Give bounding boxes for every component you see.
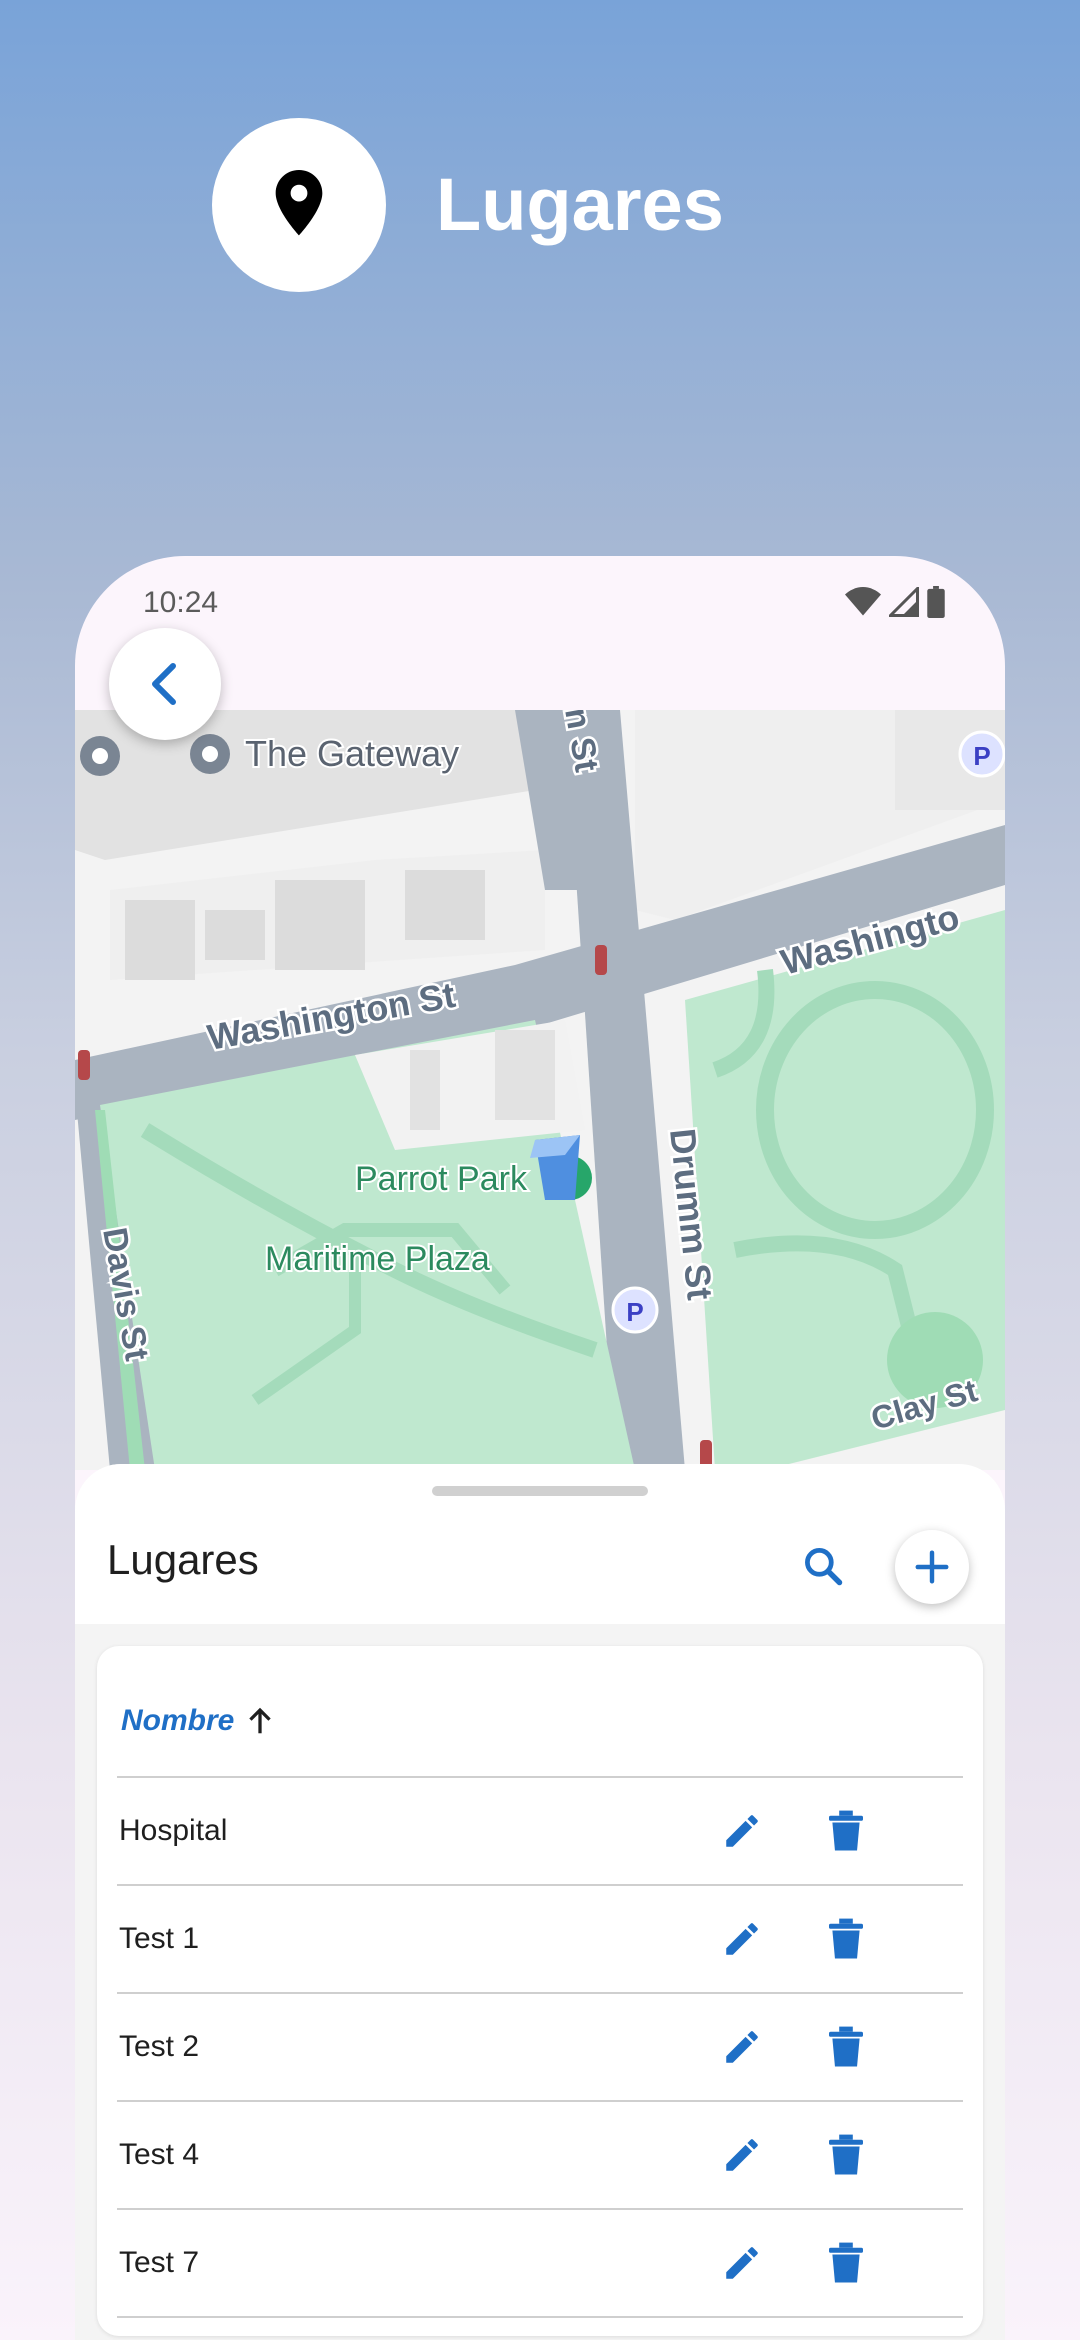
cellular-signal-icon (889, 587, 919, 617)
plus-icon (915, 1550, 949, 1584)
place-name: Test 7 (119, 2246, 200, 2279)
status-icons (845, 586, 945, 618)
edit-button[interactable] (717, 2022, 767, 2072)
bottom-sheet[interactable]: Lugares Nombre Hospital Test 1 Test 2 Te… (75, 1464, 1005, 2340)
pencil-icon (726, 2031, 758, 2063)
parking-pin-icon[interactable]: P (958, 730, 1005, 778)
status-bar: 10:24 (75, 556, 1005, 646)
sheet-title: Lugares (107, 1536, 259, 1583)
pencil-icon (726, 2139, 758, 2171)
edit-button[interactable] (717, 1806, 767, 1856)
phone-screen: 10:24 Washington St Washingto Drumm St D… (75, 556, 1005, 2340)
place-pin-icon[interactable] (80, 736, 120, 776)
edit-button[interactable] (717, 2130, 767, 2180)
parking-label: P (973, 741, 990, 771)
location-pin-avatar (212, 118, 386, 292)
sheet-header: Lugares (75, 1464, 1005, 1624)
traffic-light-icon (78, 1050, 90, 1080)
places-table: Nombre Hospital Test 1 Test 2 Test 4 Tes… (97, 1646, 983, 2336)
table-row[interactable]: Test 1 (117, 1886, 963, 1994)
place-name: Test 4 (119, 2138, 200, 2171)
table-body: Hospital Test 1 Test 2 Test 4 Test 7 (117, 1776, 963, 2318)
edit-button[interactable] (717, 2238, 767, 2288)
delete-button[interactable] (821, 1914, 871, 1964)
traffic-light-icon (595, 945, 607, 975)
chevron-left-icon (152, 663, 176, 705)
pencil-icon (726, 1815, 758, 1847)
table-row[interactable]: Test 2 (117, 1994, 963, 2102)
search-button[interactable] (795, 1538, 851, 1594)
back-button[interactable] (109, 628, 221, 740)
delete-button[interactable] (821, 2238, 871, 2288)
gateway-pin-icon[interactable] (190, 734, 230, 774)
search-icon (805, 1548, 843, 1586)
parking-label: P (626, 1297, 643, 1327)
pencil-icon (726, 1923, 758, 1955)
column-header-nombre[interactable]: Nombre (121, 1704, 274, 1738)
wifi-icon (845, 587, 881, 616)
table-row[interactable]: Test 7 (117, 2210, 963, 2318)
column-header-label: Nombre (121, 1704, 235, 1737)
arrow-up-icon (249, 1707, 272, 1734)
place-name: Test 1 (119, 1922, 200, 1955)
trash-icon (829, 2134, 863, 2175)
map-view[interactable]: Washington St Washingto Drumm St Davis S… (75, 710, 1005, 1470)
edit-button[interactable] (717, 1914, 767, 1964)
location-pin-icon (275, 170, 323, 236)
place-name: Test 2 (119, 2030, 200, 2063)
map-label-gateway: The Gateway (245, 733, 459, 774)
map-label-parrot-park: Parrot Park (355, 1160, 528, 1198)
page-title: Lugares (436, 163, 724, 246)
add-place-button[interactable] (895, 1530, 969, 1604)
table-row[interactable]: Hospital (117, 1778, 963, 1886)
status-time: 10:24 (143, 586, 219, 619)
trash-icon (829, 2026, 863, 2067)
delete-button[interactable] (821, 1806, 871, 1856)
pencil-icon (726, 2247, 758, 2279)
map-label-maritime-plaza: Maritime Plaza (265, 1240, 490, 1278)
table-row[interactable]: Test 4 (117, 2102, 963, 2210)
place-name: Hospital (119, 1814, 228, 1847)
delete-button[interactable] (821, 2022, 871, 2072)
trash-icon (829, 1810, 863, 1851)
trash-icon (829, 1918, 863, 1959)
parking-pin-icon[interactable]: P (611, 1286, 659, 1334)
drag-handle[interactable] (432, 1486, 648, 1496)
map-canvas[interactable]: Washington St Washingto Drumm St Davis S… (75, 710, 1005, 1470)
battery-icon (927, 586, 945, 618)
delete-button[interactable] (821, 2130, 871, 2180)
trash-icon (829, 2242, 863, 2283)
